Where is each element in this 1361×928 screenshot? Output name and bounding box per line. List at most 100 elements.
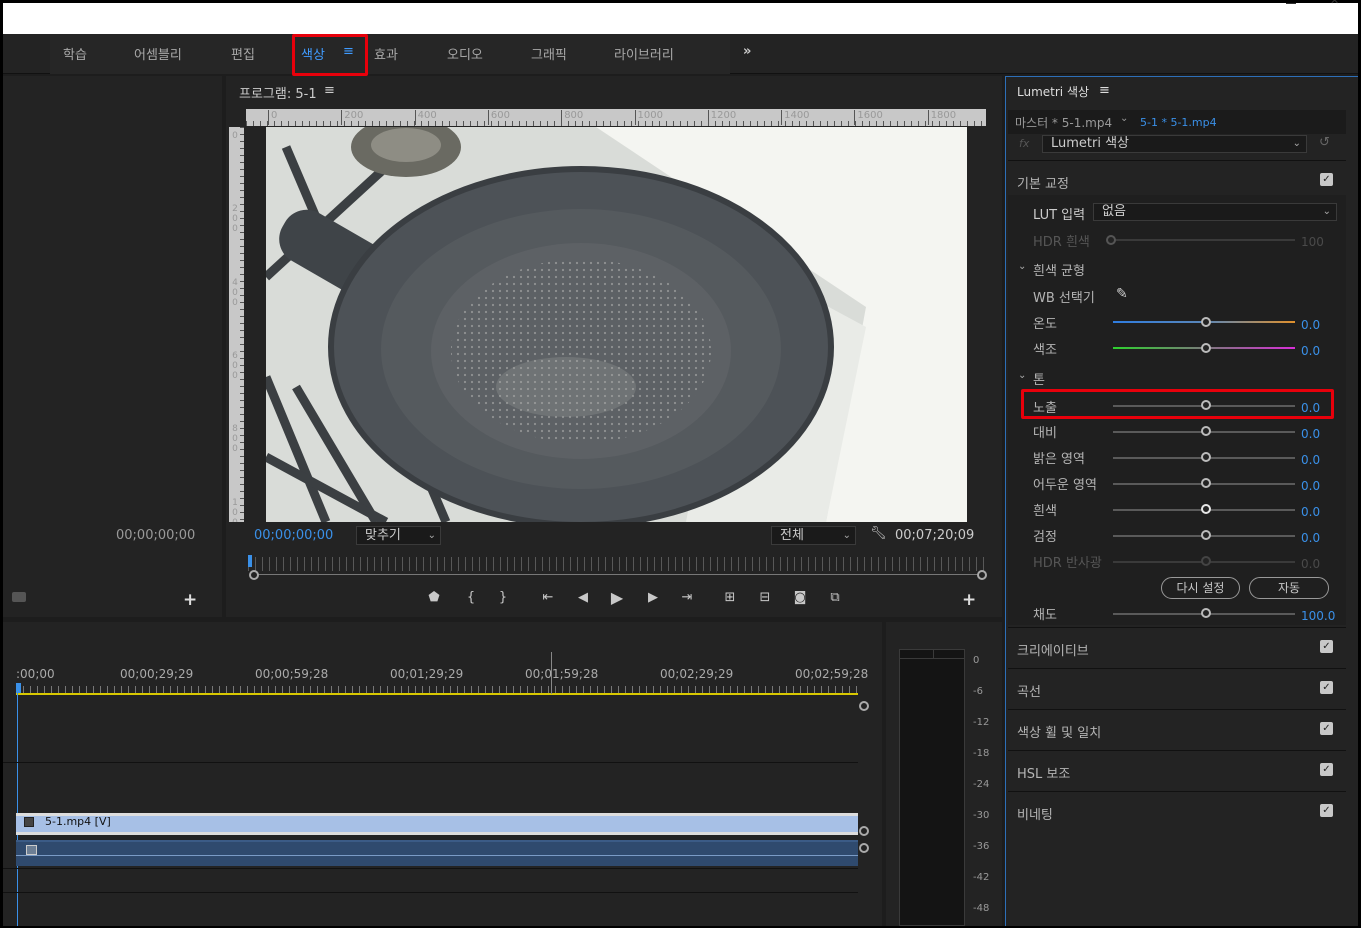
comparison-view-icon[interactable]: ⧉ — [825, 588, 845, 608]
workspace-tab-effects[interactable]: 효과 — [374, 44, 398, 63]
program-current-timecode[interactable]: 00;00;00;00 — [254, 528, 333, 543]
white-balance-header[interactable]: 흰색 균형 — [1033, 260, 1085, 279]
export-frame-icon[interactable]: ◙ — [790, 588, 810, 608]
workspace-tab-audio[interactable]: 오디오 — [447, 44, 483, 63]
tint-value[interactable]: 0.0 — [1301, 344, 1320, 358]
mark-in-icon[interactable]: { — [461, 588, 481, 608]
contrast-knob[interactable] — [1201, 426, 1211, 436]
video-frame[interactable] — [266, 127, 967, 522]
camera-icon[interactable] — [12, 592, 26, 602]
hdr-specular-value[interactable]: 0.0 — [1301, 557, 1320, 571]
chevron-down-icon[interactable]: ⌄ — [1018, 261, 1026, 272]
reset-effect-icon[interactable]: ↺ — [1319, 135, 1330, 150]
section-vignette[interactable]: 비네팅 — [1008, 791, 1346, 831]
lumetri-title[interactable]: Lumetri 색상 — [1017, 83, 1089, 100]
section-color-wheels[interactable]: 색상 휠 및 일치 — [1008, 709, 1346, 749]
workspace-tab-editing[interactable]: 편집 — [231, 44, 255, 63]
chevron-down-icon[interactable]: ⌄ — [1120, 113, 1128, 124]
extract-icon[interactable]: ⊟ — [755, 588, 775, 608]
mark-out-icon[interactable]: } — [493, 588, 513, 608]
color-wheels-checkbox[interactable]: ✓ — [1320, 722, 1333, 735]
lift-icon[interactable]: ⊞ — [720, 588, 740, 608]
audio-clip[interactable] — [16, 840, 858, 866]
effect-dropdown[interactable]: Lumetri 색상 ⌄ — [1042, 135, 1307, 153]
auto-button[interactable]: 자동 — [1249, 577, 1329, 599]
zoom-handle-left[interactable] — [249, 570, 259, 580]
source-timecode: 00;00;00;00 — [116, 528, 196, 543]
lumetri-menu-icon[interactable]: ≡ — [1099, 83, 1110, 98]
section-creative[interactable]: 크리에이티브 — [1008, 627, 1346, 667]
vertical-ruler-label: 800 — [232, 424, 238, 455]
basic-correction-checkbox[interactable]: ✓ — [1320, 173, 1333, 186]
temperature-knob[interactable] — [1201, 317, 1211, 327]
eyedropper-icon[interactable]: ✎ — [1116, 286, 1128, 302]
vignette-checkbox[interactable]: ✓ — [1320, 804, 1333, 817]
hdr-white-slider[interactable] — [1108, 239, 1295, 241]
shadows-value[interactable]: 0.0 — [1301, 479, 1320, 493]
zoom-handle-right[interactable] — [977, 570, 987, 580]
highlights-value[interactable]: 0.0 — [1301, 453, 1320, 467]
vertical-ruler-label: 400 — [232, 277, 238, 308]
fx-icon[interactable]: fx — [1019, 137, 1029, 150]
chevron-down-icon[interactable]: ⌄ — [1018, 370, 1026, 381]
fit-dropdown[interactable]: 맞추기 ⌄ — [356, 526, 441, 545]
resolution-dropdown[interactable]: 전체 ⌄ — [771, 526, 856, 545]
minimize-icon[interactable] — [1286, 0, 1296, 4]
timeline-playhead-head[interactable] — [16, 683, 21, 693]
program-playhead[interactable] — [248, 555, 252, 567]
section-basic-correction[interactable]: 기본 교정 — [1008, 160, 1346, 200]
workspace-tab-libraries[interactable]: 라이브러리 — [614, 44, 674, 63]
master-clip-selector[interactable]: 마스터 * 5-1.mp4 — [1015, 114, 1112, 131]
saturation-value[interactable]: 100.0 — [1301, 609, 1335, 623]
workspace-tab-learning[interactable]: 학습 — [63, 44, 87, 63]
video-clip[interactable]: 5-1.mp4 [V] — [16, 813, 858, 835]
highlights-knob[interactable] — [1201, 452, 1211, 462]
tone-header[interactable]: 톤 — [1033, 369, 1045, 388]
timeline-scroll-handle[interactable] — [859, 701, 869, 711]
hdr-specular-knob[interactable] — [1201, 556, 1211, 566]
whites-knob[interactable] — [1201, 504, 1211, 514]
close-icon[interactable]: ✕ — [1330, 0, 1339, 7]
go-to-out-icon[interactable]: ⇥ — [677, 588, 697, 608]
program-scrub-ticks[interactable] — [248, 557, 984, 571]
tint-knob[interactable] — [1201, 343, 1211, 353]
timeline-ruler-label: 00;02;59;28 — [795, 667, 869, 681]
step-forward-icon[interactable]: ▶ — [643, 588, 663, 608]
program-monitor-title[interactable]: 프로그램: 5-1 — [239, 83, 317, 102]
workspace-tab-graphics[interactable]: 그래픽 — [531, 44, 567, 63]
add-button-icon[interactable]: + — [962, 590, 976, 610]
creative-checkbox[interactable]: ✓ — [1320, 640, 1333, 653]
hdr-white-knob[interactable] — [1106, 235, 1116, 245]
section-hsl-secondary[interactable]: HSL 보조 — [1008, 750, 1346, 790]
timeline-ruler-label: 00;01;29;29 — [390, 667, 464, 681]
play-icon[interactable]: ▶ — [607, 588, 627, 608]
workspace-overflow-icon[interactable]: » — [743, 44, 751, 59]
contrast-value[interactable]: 0.0 — [1301, 427, 1320, 441]
sequence-clip-selector[interactable]: 5-1 * 5-1.mp4 — [1140, 116, 1217, 129]
lut-input-dropdown[interactable]: 없음 ⌄ — [1093, 203, 1337, 221]
hdr-white-value[interactable]: 100 — [1301, 235, 1324, 249]
program-zoom-bar[interactable] — [254, 574, 982, 575]
step-back-icon[interactable]: ◀ — [573, 588, 593, 608]
shadows-knob[interactable] — [1201, 478, 1211, 488]
add-marker-icon[interactable]: ⬟ — [424, 588, 444, 608]
hsl-secondary-checkbox[interactable]: ✓ — [1320, 763, 1333, 776]
temperature-value[interactable]: 0.0 — [1301, 318, 1320, 332]
add-button-icon[interactable]: + — [183, 590, 197, 610]
timeline-scroll-handle[interactable] — [859, 826, 869, 836]
whites-value[interactable]: 0.0 — [1301, 505, 1320, 519]
program-menu-icon[interactable]: ≡ — [324, 83, 335, 98]
blacks-knob[interactable] — [1201, 530, 1211, 540]
saturation-knob[interactable] — [1201, 608, 1211, 618]
reset-button[interactable]: 다시 설정 — [1161, 577, 1240, 599]
video-frame-image — [266, 127, 967, 522]
wrench-icon[interactable]: 🔧︎ — [870, 526, 887, 541]
vertical-ruler-label: 0 — [232, 131, 238, 141]
work-area-bar[interactable] — [16, 693, 858, 695]
blacks-value[interactable]: 0.0 — [1301, 531, 1320, 545]
section-curves[interactable]: 곡선 — [1008, 668, 1346, 708]
go-to-in-icon[interactable]: ⇤ — [538, 588, 558, 608]
workspace-tab-assembly[interactable]: 어셈블리 — [134, 44, 182, 63]
curves-checkbox[interactable]: ✓ — [1320, 681, 1333, 694]
timeline-scroll-handle[interactable] — [859, 843, 869, 853]
